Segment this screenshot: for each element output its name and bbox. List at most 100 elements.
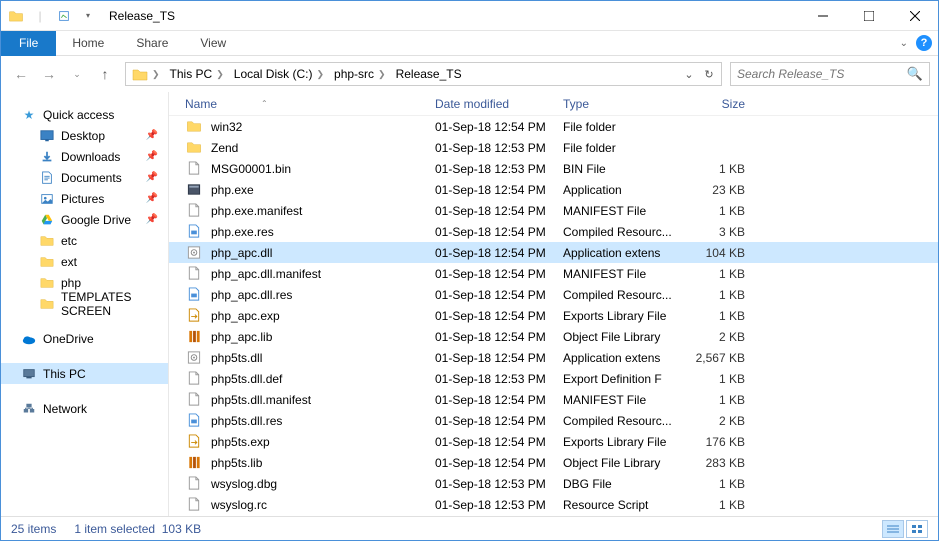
file-row[interactable]: php5ts.dll01-Sep-18 12:54 PMApplication … bbox=[169, 347, 938, 368]
file-row[interactable]: php_apc.dll.res01-Sep-18 12:54 PMCompile… bbox=[169, 284, 938, 305]
sidebar-item-label: Pictures bbox=[61, 192, 104, 206]
expand-ribbon-icon[interactable]: ⌄ bbox=[900, 38, 908, 49]
title-bar: | ▾ Release_TS bbox=[1, 1, 938, 31]
onedrive-item[interactable]: OneDrive bbox=[1, 328, 168, 349]
file-size: 104 KB bbox=[681, 246, 751, 260]
file-row[interactable]: php_apc.lib01-Sep-18 12:54 PMObject File… bbox=[169, 326, 938, 347]
search-icon[interactable]: 🔍 bbox=[907, 66, 923, 82]
folder-icon bbox=[39, 276, 55, 290]
network-item[interactable]: Network bbox=[1, 398, 168, 419]
tab-home[interactable]: Home bbox=[56, 31, 120, 56]
file-size: 1 KB bbox=[681, 393, 751, 407]
dll-icon bbox=[185, 244, 203, 262]
gdrive-icon bbox=[39, 213, 55, 227]
file-row[interactable]: php.exe.res01-Sep-18 12:54 PMCompiled Re… bbox=[169, 221, 938, 242]
sidebar-item[interactable]: Documents📌 bbox=[1, 167, 168, 188]
large-icons-view-button[interactable] bbox=[906, 520, 928, 538]
close-button[interactable] bbox=[892, 1, 938, 31]
search-box[interactable]: 🔍 bbox=[730, 62, 930, 86]
sidebar-item[interactable]: TEMPLATES SCREEN bbox=[1, 293, 168, 314]
file-size: 1 KB bbox=[681, 477, 751, 491]
app-icon bbox=[185, 181, 203, 199]
file-list: Name⌃ Date modified Type Size win3201-Se… bbox=[169, 92, 938, 516]
breadcrumb-root-icon[interactable]: ❯ bbox=[128, 63, 166, 85]
file-size: 2,567 KB bbox=[681, 351, 751, 365]
address-dropdown-icon[interactable]: ⌄ bbox=[679, 63, 699, 85]
column-size[interactable]: Size bbox=[681, 97, 751, 111]
sidebar-item[interactable]: Desktop📌 bbox=[1, 125, 168, 146]
file-date: 01-Sep-18 12:54 PM bbox=[429, 393, 557, 407]
help-icon[interactable]: ? bbox=[916, 35, 932, 51]
qat-properties-icon[interactable] bbox=[53, 5, 75, 27]
details-view-button[interactable] bbox=[882, 520, 904, 538]
file-row[interactable]: php5ts.lib01-Sep-18 12:54 PMObject File … bbox=[169, 452, 938, 473]
sidebar-item-label: Google Drive bbox=[61, 213, 131, 227]
quick-access-header[interactable]: ★Quick access bbox=[1, 104, 168, 125]
file-row[interactable]: php.exe.manifest01-Sep-18 12:54 PMMANIFE… bbox=[169, 200, 938, 221]
breadcrumb-thispc[interactable]: This PC❯ bbox=[166, 63, 230, 85]
sidebar-item-label: Desktop bbox=[61, 129, 105, 143]
file-row[interactable]: wsyslog.rc01-Sep-18 12:53 PMResource Scr… bbox=[169, 494, 938, 515]
pin-icon: 📌 bbox=[146, 193, 158, 204]
file-type: Application bbox=[557, 183, 681, 197]
sidebar-item[interactable]: etc bbox=[1, 230, 168, 251]
column-type[interactable]: Type bbox=[557, 97, 681, 111]
file-row[interactable]: MSG00001.bin01-Sep-18 12:53 PMBIN File1 … bbox=[169, 158, 938, 179]
file-row[interactable]: Zend01-Sep-18 12:53 PMFile folder bbox=[169, 137, 938, 158]
breadcrumb-releasets[interactable]: Release_TS bbox=[392, 63, 466, 85]
file-name: wsyslog.dbg bbox=[211, 477, 277, 491]
sidebar-item[interactable]: Downloads📌 bbox=[1, 146, 168, 167]
file-name: php5ts.dll bbox=[211, 351, 262, 365]
file-row[interactable]: php.exe01-Sep-18 12:54 PMApplication23 K… bbox=[169, 179, 938, 200]
recent-dropdown-icon[interactable]: ⌄ bbox=[65, 62, 89, 86]
sidebar-item[interactable]: Google Drive📌 bbox=[1, 209, 168, 230]
file-type: Compiled Resourc... bbox=[557, 414, 681, 428]
file-row[interactable]: php_apc.dll.manifest01-Sep-18 12:54 PMMA… bbox=[169, 263, 938, 284]
maximize-button[interactable] bbox=[846, 1, 892, 31]
app-folder-icon[interactable] bbox=[5, 5, 27, 27]
documents-icon bbox=[39, 171, 55, 185]
file-row[interactable]: wsyslog.dbg01-Sep-18 12:53 PMDBG File1 K… bbox=[169, 473, 938, 494]
refresh-button[interactable]: ↻ bbox=[699, 63, 719, 85]
breadcrumb-localdisk[interactable]: Local Disk (C:)❯ bbox=[230, 63, 330, 85]
file-type: BIN File bbox=[557, 162, 681, 176]
search-input[interactable] bbox=[737, 67, 907, 81]
file-tab[interactable]: File bbox=[1, 31, 56, 56]
window-title: Release_TS bbox=[103, 9, 800, 23]
thispc-item[interactable]: This PC bbox=[1, 363, 168, 384]
file-row[interactable]: php5ts.dll.manifest01-Sep-18 12:54 PMMAN… bbox=[169, 389, 938, 410]
qat-separator: | bbox=[29, 5, 51, 27]
breadcrumb-phpsrc[interactable]: php-src❯ bbox=[330, 63, 392, 85]
file-row[interactable]: php_apc.exp01-Sep-18 12:54 PMExports Lib… bbox=[169, 305, 938, 326]
file-date: 01-Sep-18 12:54 PM bbox=[429, 120, 557, 134]
up-button[interactable]: ↑ bbox=[93, 62, 117, 86]
back-button[interactable]: ← bbox=[9, 62, 33, 86]
address-bar[interactable]: ❯ This PC❯ Local Disk (C:)❯ php-src❯ Rel… bbox=[125, 62, 722, 86]
file-icon bbox=[185, 391, 203, 409]
star-icon: ★ bbox=[21, 108, 37, 122]
file-name: php5ts.dll.res bbox=[211, 414, 282, 428]
file-row[interactable]: php5ts.exp01-Sep-18 12:54 PMExports Libr… bbox=[169, 431, 938, 452]
folder-icon bbox=[39, 255, 55, 269]
column-name[interactable]: Name⌃ bbox=[179, 97, 429, 111]
file-row[interactable]: php_apc.dll01-Sep-18 12:54 PMApplication… bbox=[169, 242, 938, 263]
lib-icon bbox=[185, 454, 203, 472]
pictures-icon bbox=[39, 192, 55, 206]
file-row[interactable]: php5ts.dll.res01-Sep-18 12:54 PMCompiled… bbox=[169, 410, 938, 431]
tab-share[interactable]: Share bbox=[120, 31, 184, 56]
sidebar-item[interactable]: ext bbox=[1, 251, 168, 272]
navigation-pane: ★Quick access Desktop📌Downloads📌Document… bbox=[1, 92, 169, 516]
ribbon-tabs: File Home Share View ⌄ ? bbox=[1, 31, 938, 56]
file-size: 1 KB bbox=[681, 498, 751, 512]
file-row[interactable]: win3201-Sep-18 12:54 PMFile folder bbox=[169, 116, 938, 137]
file-name: php_apc.exp bbox=[211, 309, 280, 323]
tab-view[interactable]: View bbox=[184, 31, 242, 56]
column-date[interactable]: Date modified bbox=[429, 97, 557, 111]
file-date: 01-Sep-18 12:54 PM bbox=[429, 456, 557, 470]
minimize-button[interactable] bbox=[800, 1, 846, 31]
file-type: Compiled Resourc... bbox=[557, 288, 681, 302]
file-row[interactable]: php5ts.dll.def01-Sep-18 12:53 PMExport D… bbox=[169, 368, 938, 389]
forward-button[interactable]: → bbox=[37, 62, 61, 86]
sidebar-item[interactable]: Pictures 📌 bbox=[1, 188, 168, 209]
qat-dropdown-icon[interactable]: ▾ bbox=[77, 5, 99, 27]
